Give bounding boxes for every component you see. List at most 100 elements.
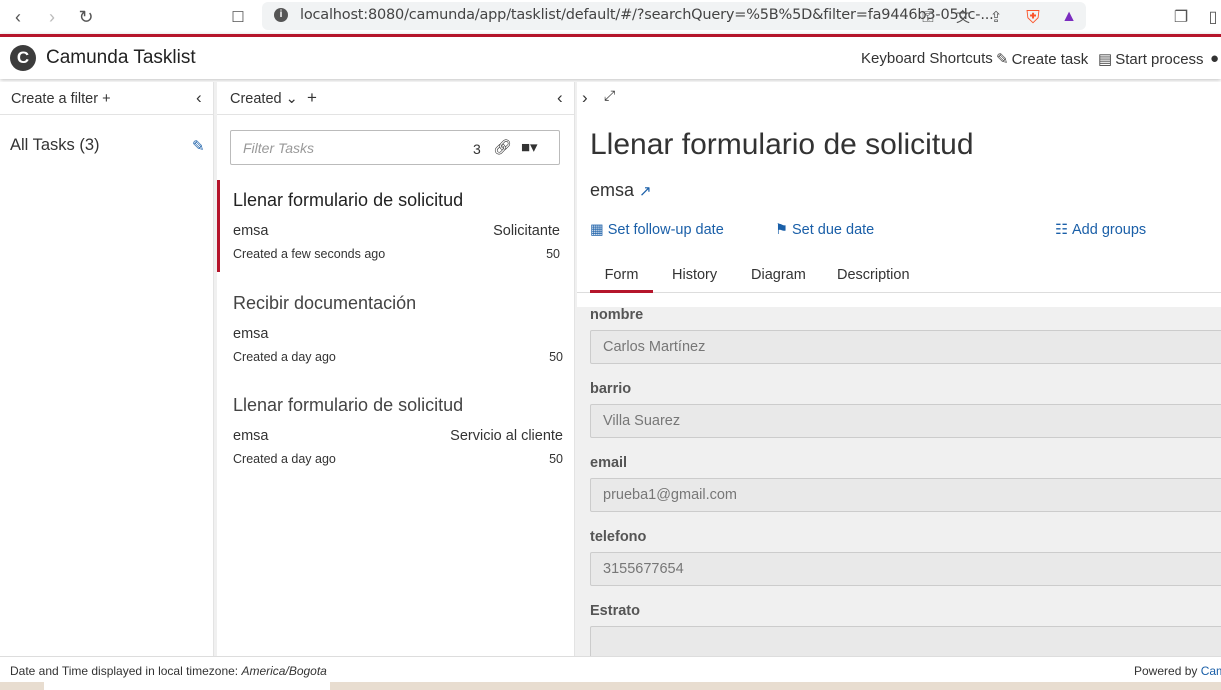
bookmark-icon[interactable]: ☐ [225,4,251,30]
task-list-item[interactable]: Llenar formulario de solicitud emsa Soli… [217,180,573,272]
start-process-label: Start process [1115,51,1204,68]
forward-icon[interactable]: › [39,4,65,30]
keyboard-shortcuts-link[interactable]: Keyboard Shortcuts [861,50,993,67]
chevron-down-icon: ⌄ [281,91,298,107]
link-icon[interactable]: 🔗︎ [493,138,512,156]
email-value: prueba1@gmail.com [603,487,738,503]
telefono-field[interactable]: 3155677654 [590,552,1221,586]
result-count: 3 [473,141,481,157]
share-icon[interactable]: ⇪ [983,4,1009,30]
filter-tasks-placeholder: Filter Tasks [243,140,315,156]
app-header: C Camunda Tasklist Keyboard Shortcuts ✎ C… [0,34,1221,79]
field-label-estrato: Estrato [590,603,640,619]
brave-rewards-icon[interactable]: ▲ [1056,4,1082,30]
task-title: Llenar formulario de solicitud [590,128,974,161]
filter-tasks-input[interactable]: Filter Tasks 3 🔗︎ ■▾ [230,130,560,165]
plus-icon: + [102,91,111,107]
create-task-link[interactable]: ✎ Create task [996,50,1088,68]
task-group: Servicio al cliente [450,428,563,444]
nombre-value: Carlos Martínez [603,339,706,355]
due-date-label: Set due date [792,222,875,238]
task-name: Llenar formulario de solicitud [233,395,464,415]
email-field[interactable]: prueba1@gmail.com [590,478,1221,512]
field-label-barrio: barrio [590,381,632,397]
app-title: Camunda Tasklist [46,47,196,68]
tab-description[interactable]: Description [837,267,910,283]
sidebar-icon[interactable]: ▯ [1200,4,1221,30]
detail-tabs: Form History Diagram Description [577,254,1221,293]
field-label-telefono: telefono [590,529,647,545]
task-list-item[interactable]: Recibir documentación emsa Created a day… [220,283,576,375]
set-due-date-button[interactable]: ⚑ Set due date [775,222,874,238]
os-taskbar [0,682,1221,690]
powered-by-label: Powered by [1134,664,1201,678]
task-assignee: emsa [233,428,269,444]
start-process-link[interactable]: ▤ Start process [1098,50,1204,68]
translate-icon[interactable]: 文 [950,4,976,30]
powered-by-link[interactable]: Cam [1201,664,1221,678]
tab-diagram[interactable]: Diagram [751,267,806,283]
task-list-panel: Created ⌄ + ‹ Filter Tasks 3 🔗︎ ■▾ Llena… [217,82,575,656]
calendar-icon: ▦ [590,222,604,238]
task-name: Llenar formulario de solicitud [233,190,464,210]
field-label-email: email [590,455,628,471]
timezone-value: America/Bogota [241,664,327,678]
task-list-item[interactable]: Llenar formulario de solicitud emsa Serv… [220,385,576,477]
reload-icon[interactable]: ↻ [73,4,99,30]
browser-toolbar: ‹ › ↻ ☐ i localhost:8080/camunda/app/tas… [0,0,1221,34]
add-groups-label: Add groups [1072,222,1147,238]
url-text: localhost:8080/camunda/app/tasklist/defa… [300,7,994,23]
barrio-value: Villa Suarez [603,413,681,429]
key-icon[interactable]: ⚿ [915,4,941,30]
task-created: Created a day ago [233,452,336,466]
barrio-field[interactable]: Villa Suarez [590,404,1221,438]
collapse-list-icon[interactable]: ‹ [557,88,563,108]
tab-history[interactable]: History [672,267,717,283]
create-filter-button[interactable]: Create a filter + [11,91,111,107]
task-created: Created a day ago [233,350,336,364]
estrato-field[interactable] [590,626,1221,656]
nombre-field[interactable]: Carlos Martínez [590,330,1221,364]
external-link-icon[interactable]: ↗ [639,183,652,200]
filters-panel: Create a filter + ‹ All Tasks (3) ✎ [0,82,214,656]
task-list-header: Created ⌄ + ‹ [217,82,574,115]
powered-by: Powered by Cam [1134,664,1221,678]
site-info-icon[interactable]: i [274,8,288,22]
set-follow-up-date-button[interactable]: ▦ Set follow-up date [590,222,724,238]
task-name: Recibir documentación [233,293,417,313]
filters-header: Create a filter + ‹ [0,82,213,115]
add-groups-button[interactable]: ☷ Add groups [1055,222,1146,238]
user-icon[interactable]: ● [1210,50,1219,67]
list-icon: ▤ [1098,51,1113,68]
grid-icon: ☷ [1055,222,1068,238]
create-filter-label: Create a filter [11,91,99,107]
back-icon[interactable]: ‹ [5,4,31,30]
save-icon[interactable]: ■▾ [521,138,538,156]
task-assignee: emsa [233,326,269,342]
collapse-filters-icon[interactable]: ‹ [196,88,202,108]
sort-dropdown[interactable]: Created ⌄ [230,91,298,107]
detail-toolbar: › ⤢ [577,82,1221,115]
task-priority: 50 [546,247,560,261]
timezone-note: Date and Time displayed in local timezon… [10,664,327,678]
task-assignee-link[interactable]: emsa ↗ [590,180,652,201]
pencil-icon[interactable]: ✎ [192,137,205,155]
add-sort-button[interactable]: + [307,88,317,108]
camunda-logo: C [10,45,36,71]
task-group: Solicitante [493,223,560,239]
paperclip-icon: ✎ [996,51,1009,68]
sort-label: Created [230,91,282,107]
follow-up-label: Set follow-up date [607,222,724,238]
field-label-nombre: nombre [590,307,644,323]
task-assignee: emsa [233,223,269,239]
create-task-label: Create task [1011,51,1089,68]
bell-icon: ⚑ [775,222,788,238]
filter-item-all-tasks[interactable]: All Tasks (3) [10,136,100,155]
maximize-icon[interactable]: ⤢ [604,87,615,104]
brave-shield-icon[interactable]: ⛨ [1020,4,1046,30]
extensions-icon[interactable]: ❐ [1168,4,1194,30]
expand-list-icon[interactable]: › [582,88,588,108]
taskbar-window[interactable] [44,682,330,690]
tab-form[interactable]: Form [590,267,653,293]
task-detail-panel: › ⤢ Llenar formulario de solicitud emsa ↗… [577,82,1221,656]
